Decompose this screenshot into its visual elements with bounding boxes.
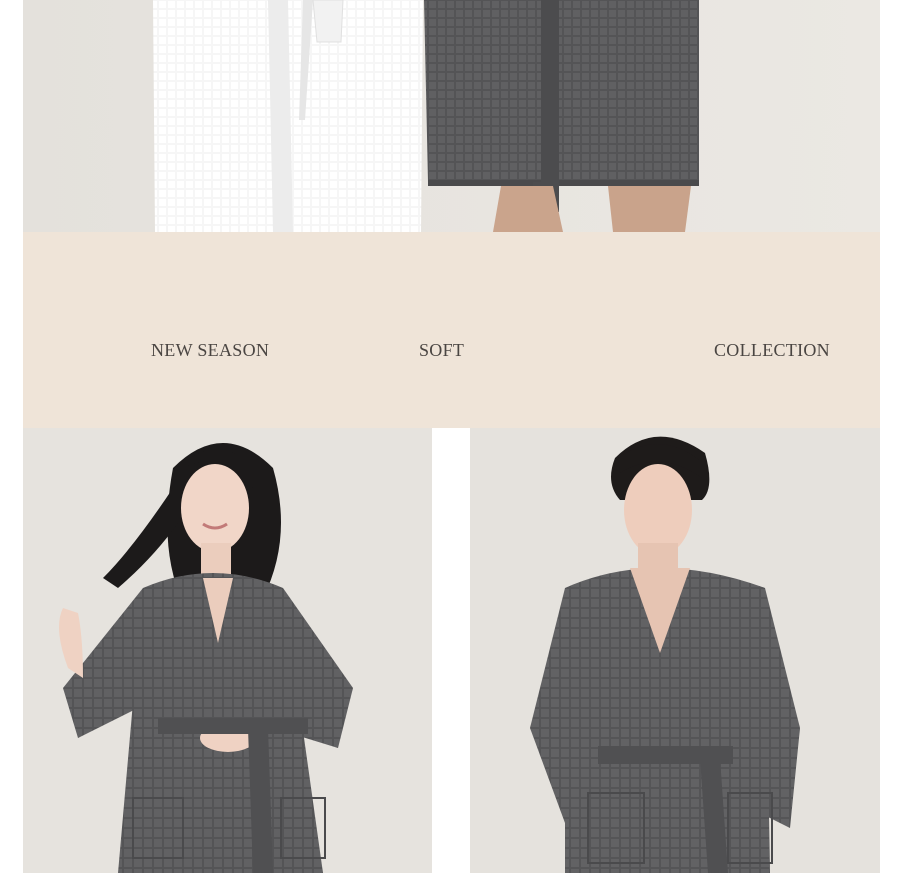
banner-text-soft: SOFT xyxy=(419,340,465,360)
hero-photo-robes xyxy=(23,0,880,232)
banner-text-collection: COLLECTION xyxy=(714,340,830,360)
photo-woman-gray-robe xyxy=(23,428,432,873)
banner-text-new-season: NEW SEASON xyxy=(151,340,270,360)
collection-banner: NEW SEASON SOFT COLLECTION xyxy=(23,232,880,428)
photo-man-gray-robe xyxy=(470,428,880,873)
woman-robe-illustration xyxy=(23,428,432,873)
gray-robe xyxy=(424,0,699,182)
man-robe-illustration xyxy=(470,428,880,873)
hero-robes-illustration xyxy=(23,0,880,232)
